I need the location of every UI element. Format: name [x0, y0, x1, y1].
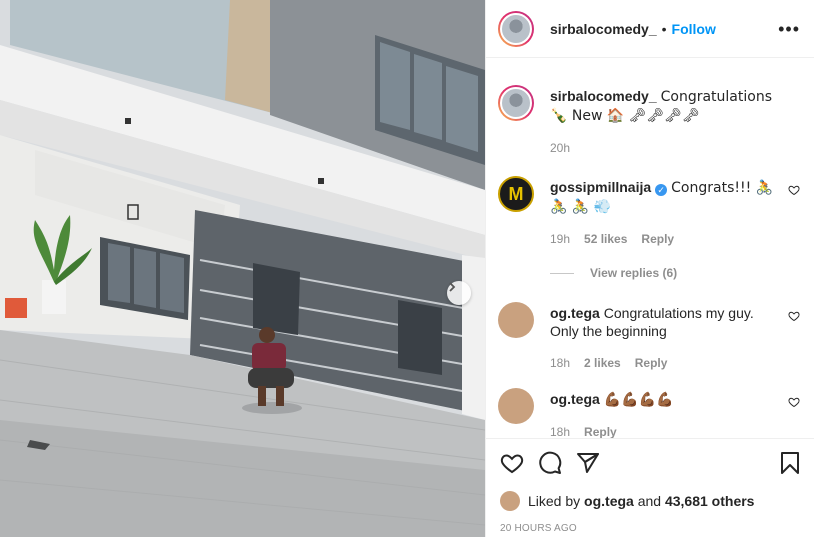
verified-badge-icon: ✓	[655, 184, 668, 196]
commenter-avatar[interactable]: M	[498, 176, 534, 212]
replies-line	[550, 272, 574, 274]
post-header: sirbalocomedy_ • Follow •••	[486, 0, 814, 58]
comment-username[interactable]: og.tega	[550, 391, 600, 407]
post-timestamp[interactable]: 20 HOURS AGO	[500, 523, 802, 534]
comment-like-heart-icon[interactable]	[788, 184, 800, 196]
action-icons	[500, 449, 802, 477]
comment-text: 💪🏾💪🏾💪🏾💪🏾	[603, 392, 674, 408]
next-image-button[interactable]	[447, 281, 471, 305]
commenter-avatar[interactable]	[498, 388, 534, 424]
comments-list[interactable]: sirbalocomedy_ Congratulations 🍾 New 🏠 🗝🗝…	[486, 59, 814, 438]
follow-button[interactable]: Follow	[672, 21, 716, 37]
likes-summary: Liked by og.tega and 43,681 others	[500, 491, 802, 511]
view-replies-button[interactable]: View replies (6)	[550, 266, 800, 280]
instagram-post: sirbalocomedy_ • Follow ••• sirbalocomed…	[0, 0, 814, 537]
comment-like-heart-icon[interactable]	[788, 396, 800, 408]
comment-like-heart-icon[interactable]	[788, 310, 800, 322]
comment-item: M gossipmillnaija ✓ Congrats!!! 🚴 🚴 🚴 💨 19…	[498, 176, 800, 248]
house-photo	[0, 0, 485, 537]
likes-middle: and	[637, 493, 662, 509]
post-side-panel: sirbalocomedy_ • Follow ••• sirbalocomed…	[485, 0, 814, 537]
comment-time[interactable]: 18h	[550, 423, 570, 438]
avatar-letter: M	[508, 183, 524, 204]
header-separator: •	[661, 20, 667, 37]
reply-button[interactable]: Reply	[641, 230, 674, 248]
comment-username[interactable]: og.tega	[550, 305, 600, 321]
caption: sirbalocomedy_ Congratulations 🍾 New 🏠 🗝🗝…	[498, 85, 800, 157]
share-icon[interactable]	[576, 451, 600, 475]
liker-username[interactable]: og.tega	[584, 493, 634, 509]
likes-prefix: Liked by	[528, 493, 581, 509]
caption-time[interactable]: 20h	[550, 139, 570, 157]
post-image[interactable]	[0, 0, 485, 537]
view-replies-label: View replies (6)	[590, 266, 678, 280]
reply-button[interactable]: Reply	[584, 423, 617, 438]
comment-item: og.tega 💪🏾💪🏾💪🏾💪🏾 18h Reply	[498, 388, 800, 438]
bookmark-icon[interactable]	[778, 451, 802, 475]
comment-time[interactable]: 19h	[550, 230, 570, 248]
post-actions: Liked by og.tega and 43,681 others 20 HO…	[486, 438, 814, 534]
reply-button[interactable]: Reply	[635, 354, 668, 372]
caption-username[interactable]: sirbalocomedy_	[550, 88, 657, 104]
comment-username[interactable]: gossipmillnaija	[550, 179, 651, 195]
comment-likes[interactable]: 52 likes	[584, 230, 627, 248]
liker-avatar[interactable]	[500, 491, 520, 511]
comment-time[interactable]: 18h	[550, 354, 570, 372]
caption-avatar[interactable]	[498, 85, 534, 121]
chevron-right-icon	[449, 282, 456, 292]
author-username[interactable]: sirbalocomedy_	[550, 21, 657, 37]
author-avatar[interactable]	[498, 10, 534, 47]
comment-likes[interactable]: 2 likes	[584, 354, 621, 372]
commenter-avatar[interactable]	[498, 302, 534, 338]
comment-item: og.tega Congratulations my guy. Only the …	[498, 302, 800, 372]
likes-others[interactable]: 43,681 others	[665, 493, 755, 509]
comment-icon[interactable]	[538, 451, 562, 475]
heart-icon[interactable]	[500, 451, 524, 475]
more-icon[interactable]: •••	[778, 20, 800, 38]
